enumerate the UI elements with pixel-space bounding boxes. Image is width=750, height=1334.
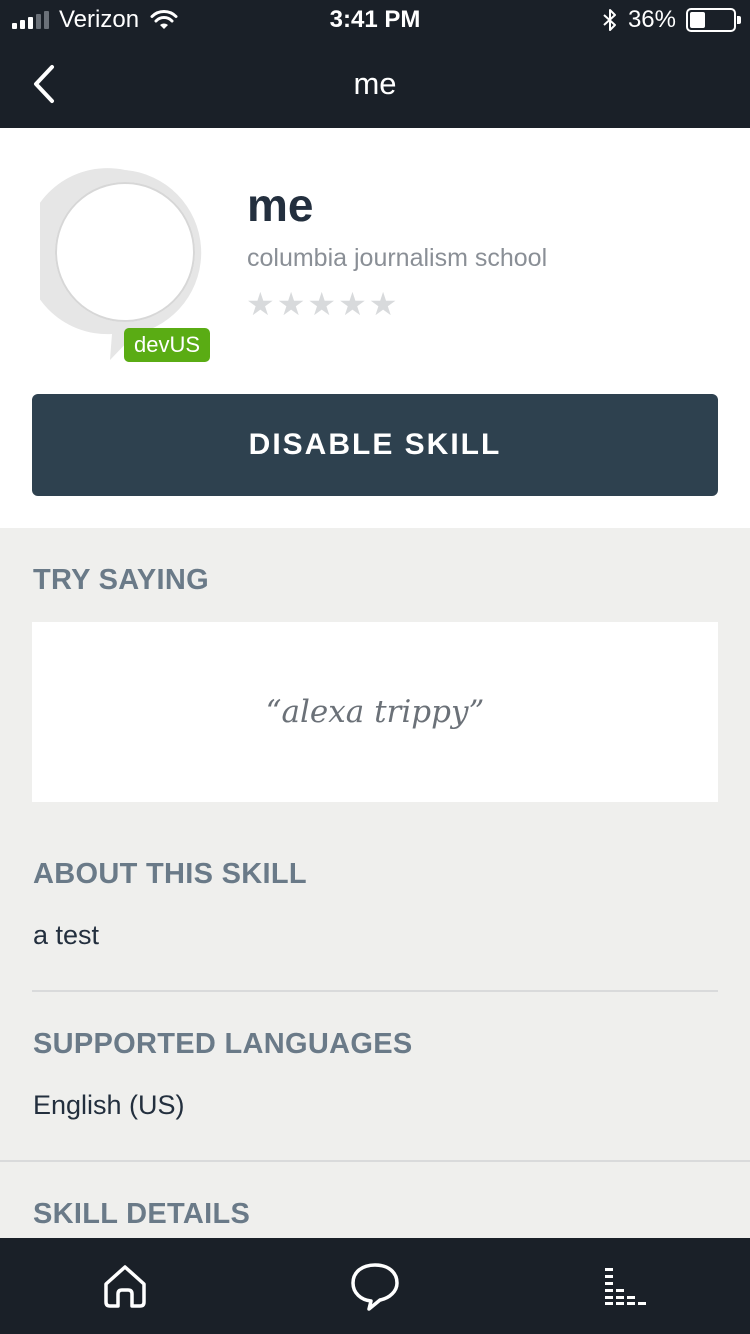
languages-text: English (US)	[33, 1090, 185, 1120]
star-icon: ★	[307, 286, 337, 322]
activity-icon	[605, 1268, 646, 1305]
chat-icon	[351, 1263, 399, 1311]
star-icon: ★	[276, 286, 306, 322]
skill-header: devUS me columbia journalism school ★ ★ ★ ★…	[0, 128, 750, 528]
nav-bar: me	[0, 40, 750, 128]
status-bar: Verizon 3:41 PM 36%	[0, 0, 750, 40]
try-saying-heading: TRY SAYING	[33, 564, 209, 596]
tab-conversations[interactable]	[345, 1256, 405, 1316]
skill-details-heading: SKILL DETAILS	[33, 1198, 251, 1230]
battery-percent: 36%	[627, 6, 676, 33]
skill-name: me	[247, 179, 314, 231]
tab-home[interactable]	[95, 1256, 155, 1316]
home-icon	[104, 1265, 146, 1308]
divider	[32, 990, 718, 992]
star-icon: ★	[338, 286, 367, 322]
star-icon: ★	[368, 286, 398, 322]
languages-heading: SUPPORTED LANGUAGES	[33, 1028, 413, 1060]
about-heading: ABOUT THIS SKILL	[33, 858, 307, 890]
rating-stars: ★ ★ ★ ★ ★	[246, 286, 397, 322]
dev-badge: devUS	[124, 328, 210, 362]
tab-activity[interactable]	[595, 1256, 655, 1316]
skill-author: columbia journalism school	[247, 244, 548, 272]
about-text: a test	[33, 920, 100, 950]
divider	[0, 1160, 750, 1162]
utterance-text: “alexa trippy”	[265, 694, 485, 730]
tab-bar	[0, 1238, 750, 1334]
star-icon: ★	[246, 286, 275, 322]
status-right: 36%	[602, 6, 741, 34]
battery-fill	[690, 12, 706, 28]
nav-title: me	[353, 66, 397, 101]
utterance-card: “alexa trippy”	[32, 622, 718, 802]
bluetooth-icon	[603, 9, 616, 31]
battery-icon	[686, 8, 741, 32]
disable-skill-button[interactable]: DISABLE SKILL	[32, 394, 718, 496]
